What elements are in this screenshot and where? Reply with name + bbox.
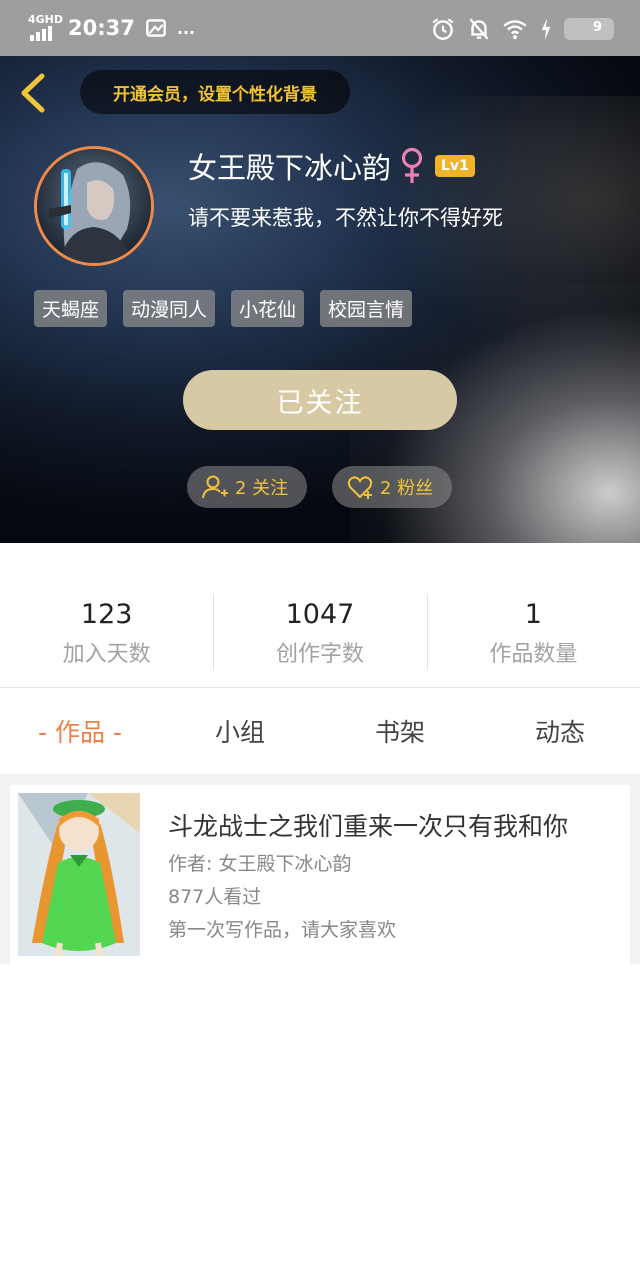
stat-value: 123: [80, 599, 133, 630]
stat-word-count: 1047 创作字数: [213, 590, 426, 676]
tag-list: 天蝎座 动漫同人 小花仙 校园言情: [34, 290, 413, 327]
tag-item[interactable]: 校园言情: [320, 290, 413, 327]
user-add-icon: [202, 475, 228, 499]
tag-item[interactable]: 动漫同人: [123, 290, 216, 327]
followed-button[interactable]: 已关注: [183, 370, 457, 430]
tab-works[interactable]: - 作品 -: [0, 710, 160, 756]
work-views: 877人看过: [168, 886, 262, 908]
avatar-image: [37, 149, 151, 263]
stat-label: 作品数量: [489, 642, 578, 667]
battery-icon: 9: [564, 18, 614, 40]
female-icon: [401, 147, 423, 183]
work-title: 斗龙战士之我们重来一次只有我和你: [168, 812, 569, 841]
more-notifications: ...: [176, 18, 196, 38]
work-cover: [18, 793, 140, 956]
fans-count: 2 粉丝: [380, 478, 434, 499]
work-card[interactable]: 斗龙战士之我们重来一次只有我和你 作者: 女王殿下冰心韵 877人看过 第一次写…: [10, 785, 630, 964]
wifi-icon: [503, 20, 527, 40]
network-type: 4GHD: [28, 13, 64, 26]
tag-item[interactable]: 天蝎座: [34, 290, 108, 327]
stat-works-count: 1 作品数量: [426, 590, 640, 676]
nickname: 女王殿下冰心韵: [188, 151, 392, 185]
divider: [0, 687, 640, 688]
level-badge: Lv1: [435, 155, 475, 177]
tab-bookshelf[interactable]: 书架: [320, 710, 480, 756]
cover-image: [18, 793, 140, 956]
nickname-row: 女王殿下冰心韵 Lv1: [188, 146, 475, 186]
following-count: 2 关注: [235, 478, 289, 499]
signal-icon: 4GHD: [28, 13, 64, 43]
work-author: 作者: 女王殿下冰心韵: [168, 853, 352, 875]
profile-header: 开通会员，设置个性化背景 女王殿下冰心韵 Lv1 请不要来惹我，不然让你不得好死…: [0, 56, 640, 543]
stat-label: 创作字数: [275, 642, 364, 667]
battery-level: 9: [592, 20, 602, 35]
heart-add-icon: [347, 476, 373, 499]
photo-icon: [146, 19, 166, 37]
avatar[interactable]: [34, 146, 154, 266]
vip-background-banner[interactable]: 开通会员，设置个性化背景: [80, 70, 350, 114]
status-bar: 4GHD 20:37 ... 9: [0, 0, 640, 56]
profile-tabs: - 作品 - 小组 书架 动态: [0, 710, 640, 756]
tab-activity[interactable]: 动态: [480, 710, 640, 756]
stat-join-days: 123 加入天数: [0, 590, 213, 676]
mute-icon: [469, 18, 489, 40]
clock: 20:37: [68, 16, 135, 40]
alarm-icon: [432, 18, 454, 40]
charging-icon: [541, 18, 551, 40]
tab-groups[interactable]: 小组: [160, 710, 320, 756]
status-bar-left: 4GHD 20:37 ...: [28, 12, 195, 44]
stat-value: 1047: [285, 599, 355, 630]
work-description: 第一次写作品，请大家喜欢: [168, 919, 397, 941]
stat-label: 加入天数: [62, 642, 151, 667]
stat-value: 1: [524, 599, 542, 630]
tag-item[interactable]: 小花仙: [231, 290, 305, 327]
status-bar-right: 9: [430, 14, 614, 44]
profile-stats: 123 加入天数 1047 创作字数 1 作品数量: [0, 590, 640, 676]
following-button[interactable]: 2 关注: [187, 466, 307, 508]
back-icon[interactable]: [16, 72, 50, 114]
signature: 请不要来惹我，不然让你不得好死: [188, 206, 503, 230]
fans-button[interactable]: 2 粉丝: [332, 466, 452, 508]
